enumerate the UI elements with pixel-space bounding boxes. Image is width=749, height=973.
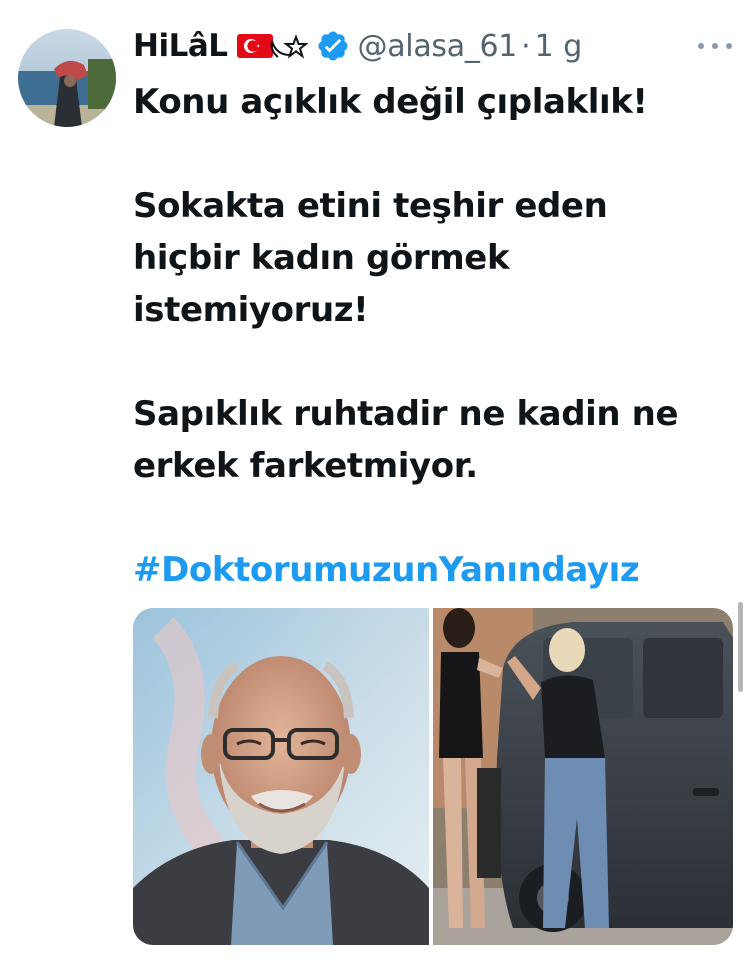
scrollbar[interactable] bbox=[738, 602, 743, 692]
tweet-paragraph-2: Sokakta etini teşhir eden hiçbir kadın g… bbox=[133, 186, 608, 330]
tweet-paragraph-3: Sapıklık ruhtadir ne kadin ne erkek fark… bbox=[133, 394, 679, 486]
avatar[interactable] bbox=[18, 29, 116, 127]
media-photo-1[interactable] bbox=[133, 608, 429, 945]
separator-dot: · bbox=[521, 28, 531, 64]
timestamp[interactable]: 1 g bbox=[535, 29, 583, 64]
tweet-text: Konu açıklık değil çıplaklık! Sokakta et… bbox=[133, 76, 723, 596]
tweet-header: HiLâL @alasa_61 · 1 g bbox=[133, 24, 582, 68]
media-photo-2[interactable] bbox=[433, 608, 733, 945]
media-grid bbox=[133, 608, 733, 945]
more-options-icon[interactable] bbox=[698, 36, 732, 56]
photo-street-scene bbox=[433, 608, 733, 945]
user-handle[interactable]: @alasa_61 bbox=[358, 29, 518, 64]
name-emoji-group bbox=[236, 31, 308, 61]
tweet[interactable]: HiLâL @alasa_61 · 1 g Konu açıklık değil… bbox=[0, 0, 749, 973]
photo-smiling-man bbox=[133, 608, 429, 945]
tweet-paragraph-1: Konu açıklık değil çıplaklık! bbox=[133, 82, 648, 122]
hashtag-link[interactable]: #DoktorumuzunYanındayız bbox=[133, 550, 640, 590]
crescent-star-outline-icon bbox=[270, 34, 308, 59]
display-name[interactable]: HiLâL bbox=[133, 28, 228, 64]
avatar-image bbox=[18, 29, 116, 127]
verified-badge-icon[interactable] bbox=[316, 29, 350, 63]
